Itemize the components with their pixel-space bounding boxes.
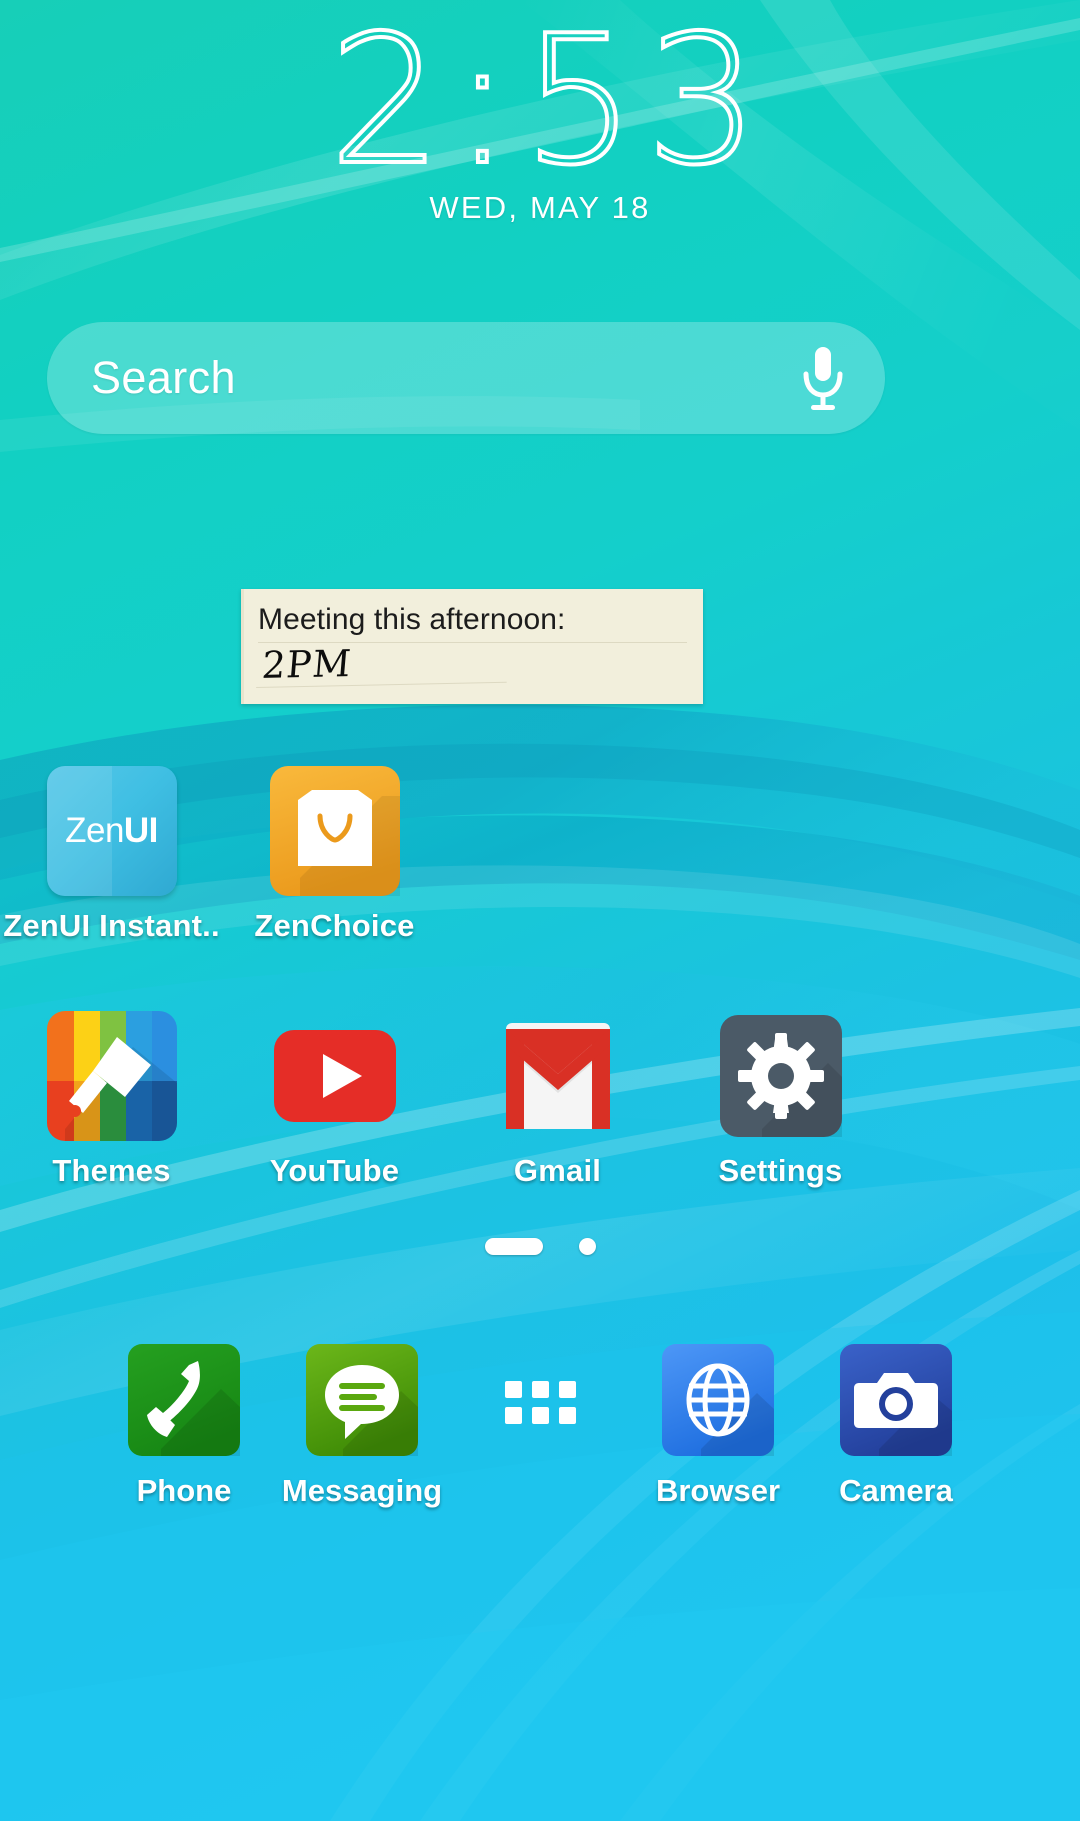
dock-label: Camera bbox=[839, 1473, 953, 1508]
shopping-bag-icon[interactable] bbox=[269, 766, 400, 896]
app-icon-zenchoice[interactable]: ZenChoice bbox=[223, 766, 446, 944]
dock-label: Phone bbox=[136, 1473, 232, 1508]
clock-widget[interactable]: 2:53 WED, MAY 18 bbox=[0, 0, 1080, 226]
camera-icon[interactable] bbox=[837, 1341, 955, 1459]
app-label: Gmail bbox=[513, 1153, 602, 1188]
phone-handset-icon[interactable] bbox=[125, 1341, 243, 1459]
search-bar[interactable]: Search bbox=[47, 322, 885, 434]
app-icon-youtube[interactable]: YouTube bbox=[223, 1011, 446, 1189]
app-icon-zenui-instant[interactable]: ZenUI ZenUI Instant.. bbox=[0, 766, 223, 944]
speech-bubble-icon[interactable] bbox=[303, 1341, 421, 1459]
clock-date: WED, MAY 18 bbox=[429, 190, 651, 225]
app-label: Settings bbox=[718, 1153, 843, 1188]
sticky-note-widget[interactable]: Meeting this afternoon: 2PM bbox=[241, 589, 703, 704]
dock-item-app-drawer[interactable] bbox=[451, 1341, 629, 1473]
dock-label: Browser bbox=[655, 1473, 781, 1508]
dock-label: Messaging bbox=[281, 1473, 443, 1508]
zenui-icon[interactable]: ZenUI bbox=[46, 766, 177, 896]
gear-icon[interactable] bbox=[716, 1011, 846, 1141]
page-dot-active[interactable] bbox=[484, 1238, 543, 1255]
app-drawer-icon[interactable] bbox=[481, 1341, 599, 1459]
app-icon-settings[interactable]: Settings bbox=[669, 1011, 892, 1189]
app-label: YouTube bbox=[269, 1153, 400, 1188]
empty-slot bbox=[493, 766, 623, 896]
empty-slot bbox=[716, 766, 846, 896]
page-dot-2[interactable] bbox=[578, 1238, 596, 1255]
page-indicator[interactable] bbox=[0, 1238, 1080, 1255]
globe-icon[interactable] bbox=[659, 1341, 777, 1459]
clock-time: 2:53 bbox=[327, 0, 769, 204]
dock-item-phone[interactable]: Phone bbox=[95, 1341, 273, 1509]
microphone-icon[interactable] bbox=[795, 343, 851, 413]
dock-item-messaging[interactable]: Messaging bbox=[273, 1341, 451, 1509]
app-label: ZenChoice bbox=[254, 908, 415, 943]
app-grid-row-2: Themes YouTube Gmail Settings bbox=[0, 1011, 1080, 1189]
dock-item-browser[interactable]: Browser bbox=[629, 1341, 807, 1509]
note-handwriting: 2PM bbox=[256, 637, 511, 688]
search-input[interactable]: Search bbox=[91, 352, 795, 404]
app-label: Themes bbox=[52, 1153, 171, 1188]
app-slot-empty-2 bbox=[669, 766, 892, 944]
note-title: Meeting this afternoon: bbox=[258, 603, 687, 643]
app-icon-gmail[interactable]: Gmail bbox=[446, 1011, 669, 1189]
envelope-icon[interactable] bbox=[493, 1011, 623, 1141]
play-icon[interactable] bbox=[270, 1011, 400, 1141]
paintbrush-icon[interactable] bbox=[46, 1011, 177, 1141]
app-label: ZenUI Instant.. bbox=[3, 908, 220, 943]
app-slot-empty-1 bbox=[446, 766, 669, 944]
dock-item-camera[interactable]: Camera bbox=[807, 1341, 985, 1509]
app-grid-row-1: ZenUI ZenUI Instant.. ZenChoice bbox=[0, 766, 1080, 944]
dock: Phone Messaging Browser Camera bbox=[0, 1321, 1080, 1821]
app-icon-themes[interactable]: Themes bbox=[0, 1011, 223, 1189]
